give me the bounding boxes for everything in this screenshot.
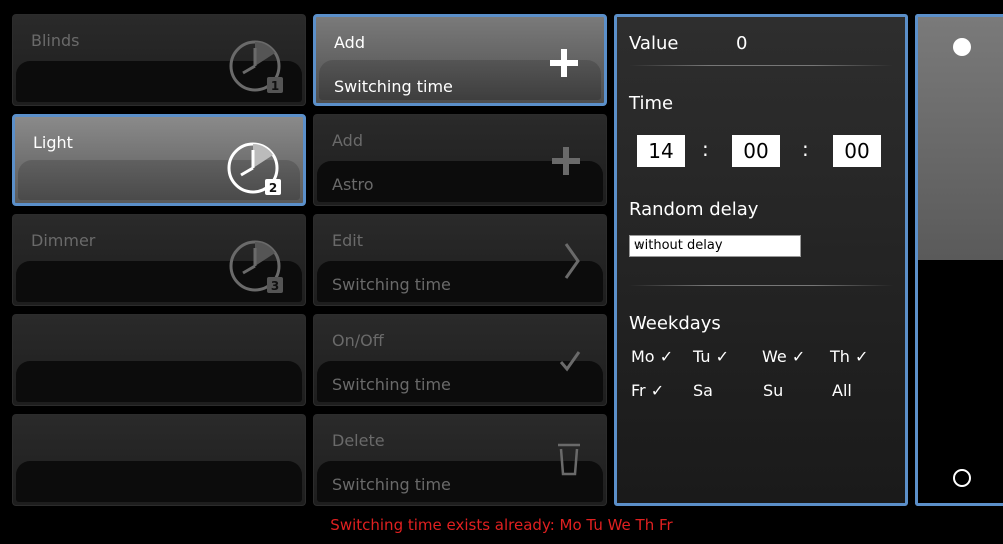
check-icon: ✓ — [650, 381, 665, 400]
minutes-field[interactable]: 00 — [732, 135, 780, 167]
weekdays-label: Weekdays — [629, 313, 721, 334]
device-tile-blinds[interactable]: Blinds 1 — [12, 14, 306, 106]
weekday-label: Mo — [631, 347, 655, 366]
check-icon: ✓ — [659, 347, 674, 366]
action-sublabel: Switching time — [332, 375, 451, 394]
weekday-label: Su — [763, 381, 784, 400]
time-label: Time — [629, 93, 674, 114]
weekday-label: Fr — [631, 381, 646, 400]
weekday-all[interactable]: All — [832, 381, 852, 400]
clock-icon: 3 — [229, 240, 283, 293]
chevron-down-icon: ⌵ — [634, 237, 644, 251]
max-value-icon — [953, 38, 971, 56]
device-tile-empty[interactable] — [12, 314, 306, 406]
value-label: Value — [629, 33, 679, 54]
switching-time-settings-panel: Value 0 Time 14 : 00 : 00 Random delay w… — [614, 14, 908, 506]
weekday-we[interactable]: We ✓ — [762, 347, 805, 366]
random-delay-label: Random delay — [629, 199, 759, 220]
device-tile-empty[interactable] — [12, 414, 306, 506]
device-label: Light — [33, 133, 73, 152]
device-label: Dimmer — [31, 231, 96, 250]
weekday-sa[interactable]: Sa — [693, 381, 713, 400]
divider — [629, 65, 893, 66]
value-readout: 0 — [736, 33, 748, 54]
weekday-fr[interactable]: Fr ✓ — [631, 381, 664, 400]
weekday-su[interactable]: Su — [763, 381, 783, 400]
weekday-label: Tu — [693, 347, 711, 366]
trash-icon — [558, 443, 580, 476]
hours-field[interactable]: 14 — [637, 135, 685, 167]
clock-icon: 2 — [227, 142, 281, 195]
weekday-label: Sa — [693, 381, 713, 400]
action-sublabel: Switching time — [332, 275, 451, 294]
device-tile-dimmer[interactable]: Dimmer 3 — [12, 214, 306, 306]
action-sublabel: Switching time — [332, 475, 451, 494]
divider — [629, 285, 893, 286]
on-off-switching-time-button[interactable]: On/Off Switching time — [313, 314, 607, 406]
random-delay-select[interactable]: without delay ⌵ — [629, 235, 801, 257]
min-value-icon — [953, 469, 971, 487]
check-icon: ✓ — [855, 347, 869, 366]
device-tile-light[interactable]: Light 2 — [12, 114, 306, 206]
weekday-mo[interactable]: Mo ✓ — [631, 347, 673, 366]
action-sublabel: Switching time — [334, 77, 453, 96]
edit-switching-time-button[interactable]: Edit Switching time — [313, 214, 607, 306]
add-switching-time-button[interactable]: Add Switching time — [313, 14, 607, 106]
plus-icon — [552, 147, 580, 175]
weekday-label: Th — [830, 347, 850, 366]
value-slider[interactable] — [915, 14, 1003, 506]
check-icon: ✓ — [791, 347, 806, 366]
check-icon: ✓ — [715, 347, 729, 366]
status-message: Switching time exists already: Mo Tu We … — [330, 516, 673, 534]
action-label: Add — [334, 33, 365, 52]
weekday-th[interactable]: Th ✓ — [830, 347, 868, 366]
badge-number: 1 — [271, 79, 279, 93]
action-sublabel: Astro — [332, 175, 374, 194]
delete-switching-time-button[interactable]: Delete Switching time — [313, 414, 607, 506]
badge-number: 2 — [269, 181, 277, 195]
action-label: Add — [332, 131, 363, 150]
chevron-right-icon — [564, 243, 580, 279]
weekday-label: All — [832, 381, 852, 400]
weekday-tu[interactable]: Tu ✓ — [693, 347, 729, 366]
weekday-label: We — [762, 347, 787, 366]
action-label: Delete — [332, 431, 385, 450]
seconds-field[interactable]: 00 — [833, 135, 881, 167]
plus-icon — [550, 49, 578, 77]
time-separator: : — [702, 137, 709, 161]
time-separator: : — [802, 137, 809, 161]
action-label: Edit — [332, 231, 363, 250]
add-astro-button[interactable]: Add Astro — [313, 114, 607, 206]
badge-number: 3 — [271, 279, 279, 293]
checkmark-icon — [559, 351, 581, 372]
device-label: Blinds — [31, 31, 80, 50]
clock-icon: 1 — [229, 40, 283, 93]
action-label: On/Off — [332, 331, 384, 350]
